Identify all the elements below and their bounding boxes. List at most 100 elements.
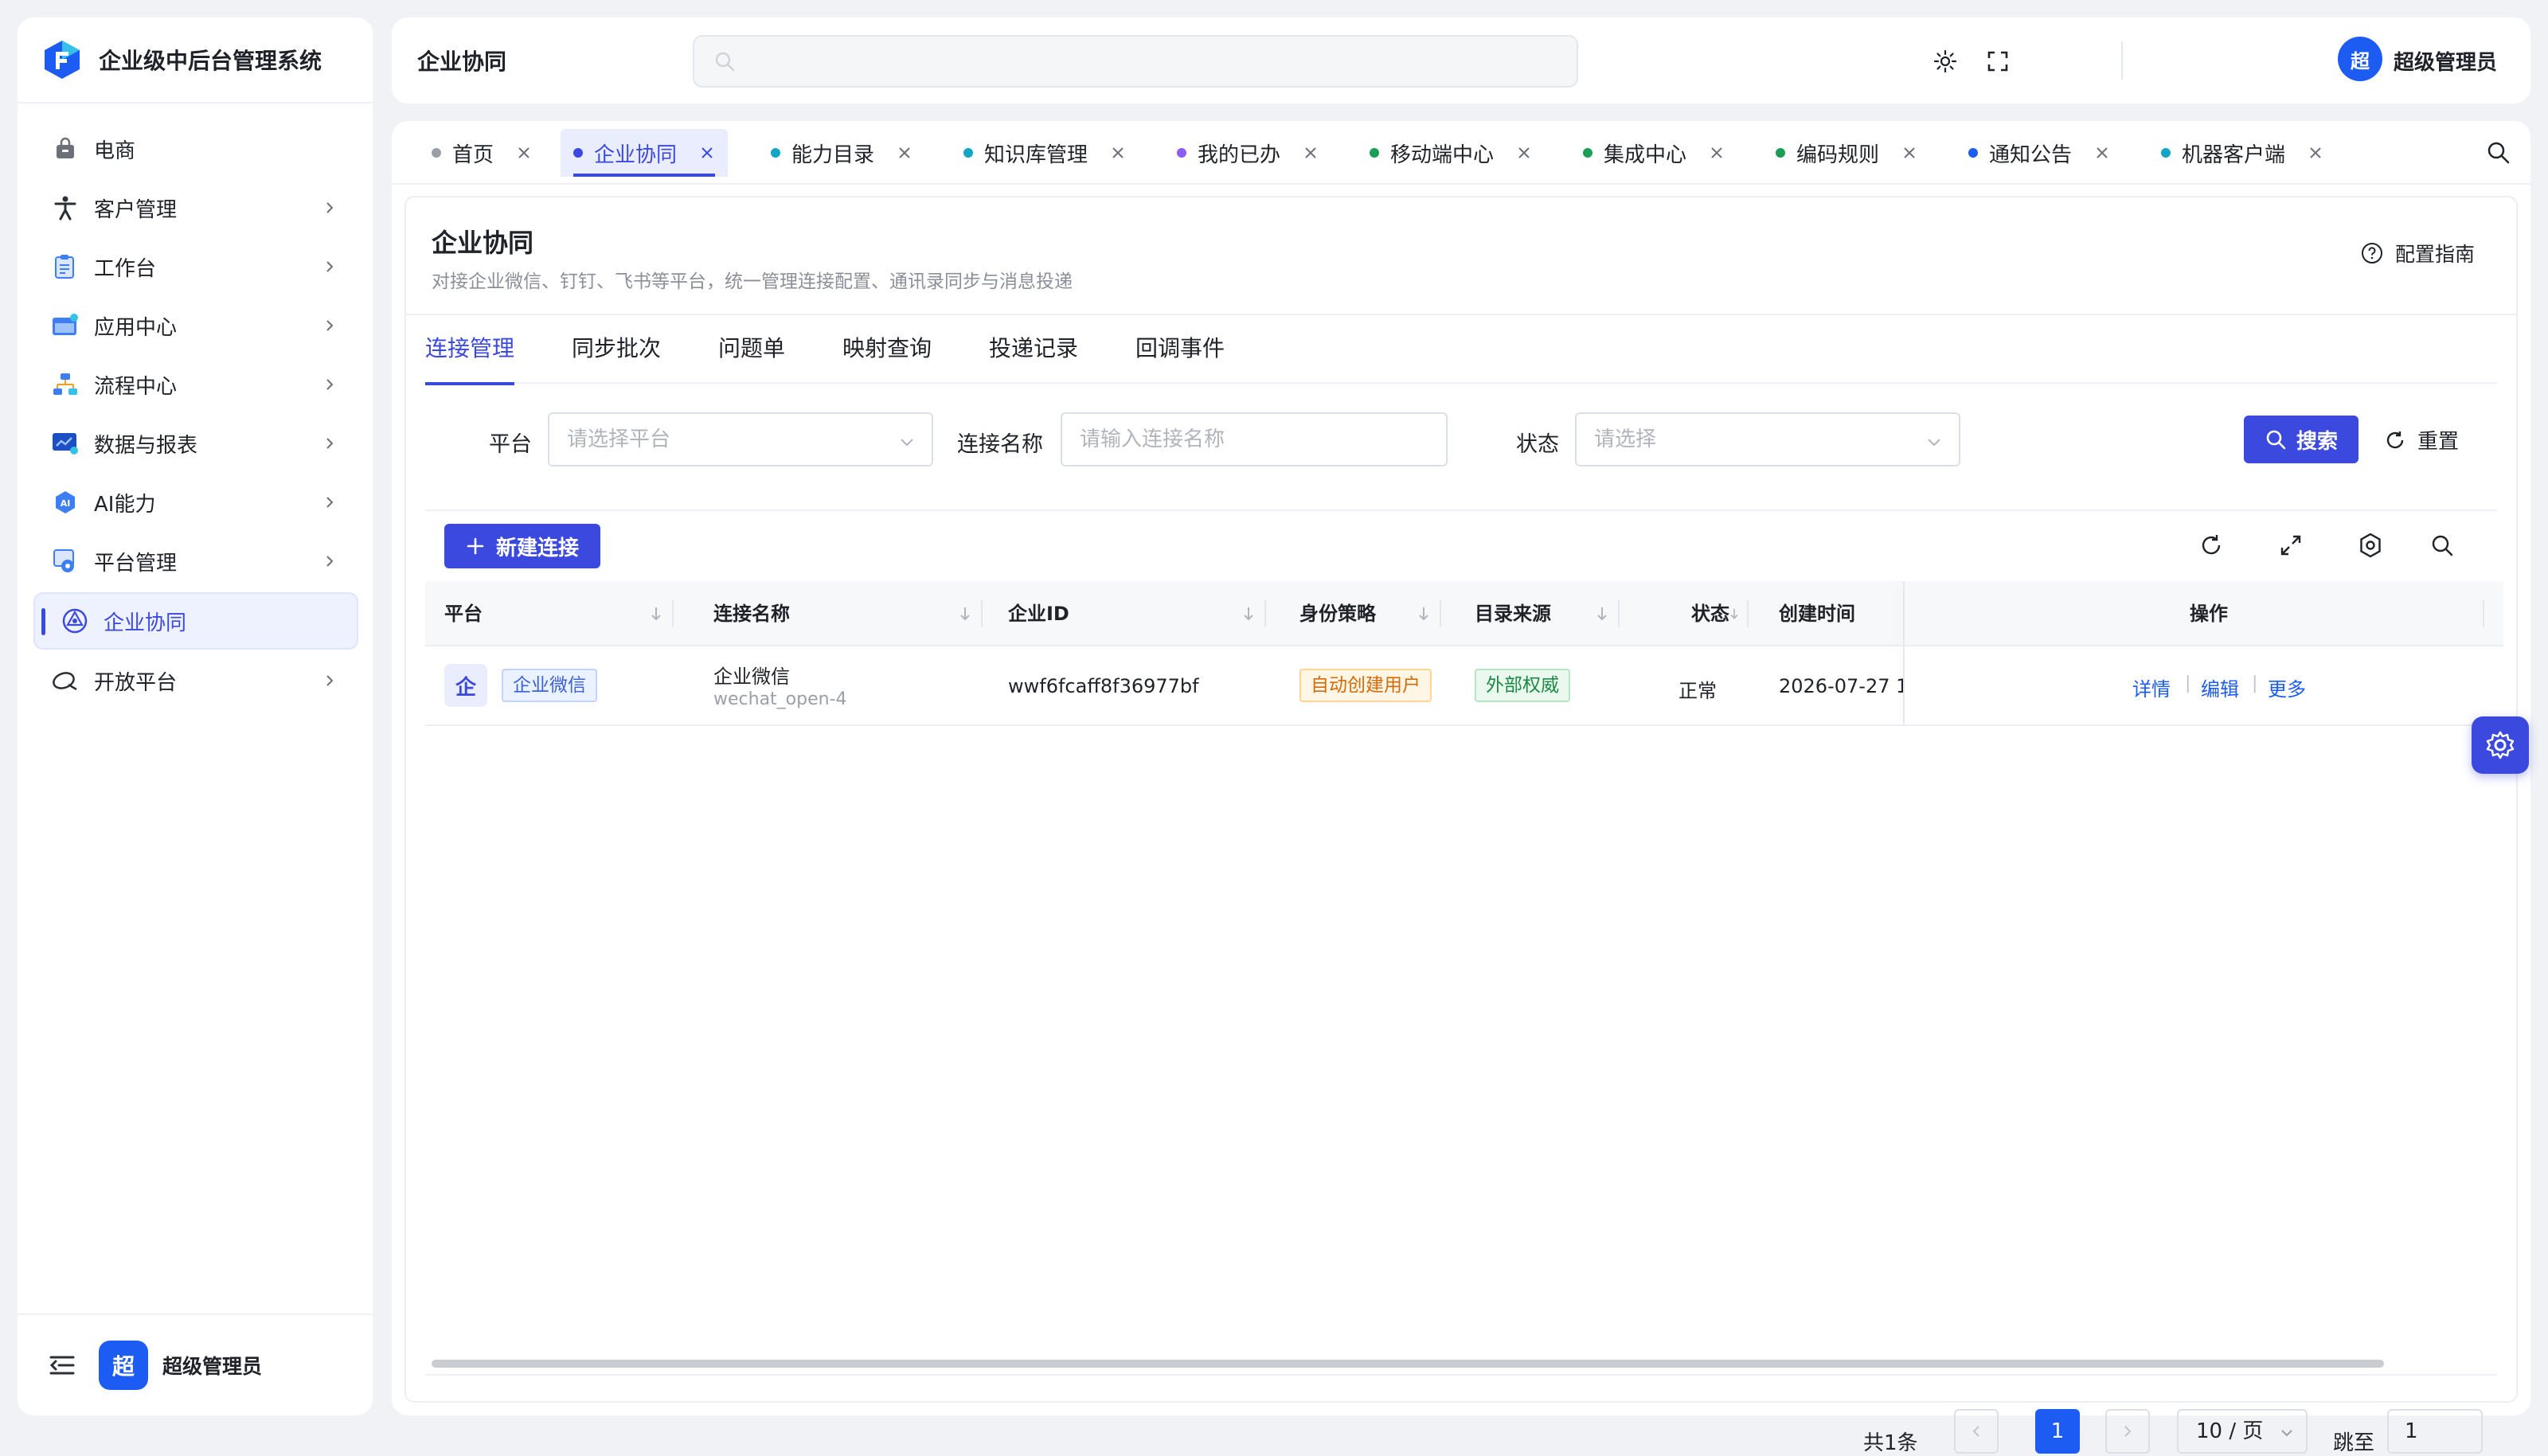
sort-icon[interactable] [1416,605,1432,623]
sidebar-item-label: 工作台 [94,256,157,281]
identity-policy-tag: 自动创建用户 [1299,669,1432,702]
column-header-platform[interactable]: 平台 [444,581,483,646]
close-icon[interactable] [897,145,913,161]
sort-icon[interactable] [1728,605,1741,623]
gear-icon [2486,731,2515,759]
tab-my-done[interactable]: 我的已办 [1164,129,1331,177]
horizontal-scrollbar[interactable] [432,1360,2384,1368]
new-connection-button[interactable]: 新建连接 [444,524,600,568]
status-select[interactable]: 请选择 [1575,412,1960,466]
close-icon[interactable] [2308,145,2323,161]
tab-mobile-center[interactable]: 移动端中心 [1357,129,1545,177]
brand[interactable]: 企业级中后台管理系统 [18,18,373,103]
sidebar-item-customer[interactable]: 客户管理 [18,178,373,237]
column-header-status[interactable]: 状态 [1691,581,1729,646]
flow-icon [49,369,81,400]
sidebar-item-open-platform[interactable]: 开放平台 [18,651,373,710]
tab-capability-catalog[interactable]: 能力目录 [758,129,925,177]
action-separator: | [2252,673,2258,693]
floating-settings-button[interactable] [2472,716,2529,774]
tab-label: 机器客户端 [2182,142,2286,167]
close-icon[interactable] [1303,145,1319,161]
sort-icon[interactable] [957,605,973,623]
tab-sync-batch[interactable]: 同步批次 [572,314,661,384]
column-separator [981,600,983,627]
sidebar-item-ai[interactable]: AI AI能力 [18,473,373,532]
prev-page-button[interactable] [1954,1409,1999,1454]
config-guide-link[interactable]: 配置指南 [2360,239,2475,267]
chevron-right-icon [326,556,334,567]
jump-label: 跳至 [2333,1431,2375,1455]
sidebar-item-ecommerce[interactable]: 电商 [18,119,373,178]
connection-name-input[interactable]: 请输入连接名称 [1061,412,1448,466]
user-name[interactable]: 超级管理员 [162,1351,262,1380]
sort-icon[interactable] [648,605,664,623]
sidebar-item-platform[interactable]: 平台管理 [18,532,373,591]
tab-issue-ticket[interactable]: 问题单 [718,314,785,384]
sort-icon[interactable] [1241,605,1256,623]
detail-link[interactable]: 详情 [2132,673,2171,701]
close-icon[interactable] [1110,145,1126,161]
global-search-input[interactable] [693,35,1578,88]
chevron-right-icon [326,202,334,213]
tab-delivery-record[interactable]: 投递记录 [989,314,1078,384]
reset-button[interactable]: 重置 [2384,425,2459,455]
sidebar-item-enterprise-collab[interactable]: 企业协同 [33,592,358,650]
close-icon[interactable] [2094,145,2110,161]
gear-icon[interactable] [2357,532,2384,559]
directory-source-tag: 外部权威 [1475,669,1570,702]
tab-coding-rules[interactable]: 编码规则 [1763,129,1930,177]
fullscreen-icon[interactable] [1986,49,2010,73]
tab-knowledge-base[interactable]: 知识库管理 [951,129,1139,177]
status-filter-label: 状态 [1516,432,1559,457]
column-header-identity-policy[interactable]: 身份策略 [1299,581,1376,646]
edit-link[interactable]: 编辑 [2201,673,2239,701]
collab-icon [59,605,91,637]
chevron-right-icon [326,675,334,686]
sidebar-item-label: 平台管理 [94,551,178,576]
sun-icon[interactable] [1933,49,1957,73]
tab-integration-center[interactable]: 集成中心 [1570,129,1737,177]
search-button-label: 搜索 [2296,429,2338,454]
refresh-icon[interactable] [2198,532,2225,559]
search-icon[interactable] [2429,532,2456,559]
jump-page-input[interactable]: 1 [2387,1409,2483,1454]
sort-icon[interactable] [1594,605,1610,623]
page-title: 企业协同 [417,49,507,75]
sidebar-item-flow-center[interactable]: 流程中心 [18,355,373,414]
close-icon[interactable] [1709,145,1725,161]
tab-connection-management[interactable]: 连接管理 [425,314,515,385]
tab-notice[interactable]: 通知公告 [1956,129,2123,177]
column-header-actions: 操作 [2190,603,2228,625]
column-separator [2483,600,2484,627]
next-page-button[interactable] [2105,1409,2150,1454]
close-icon[interactable] [699,145,715,161]
sidebar-item-data-report[interactable]: 数据与报表 [18,414,373,473]
more-link[interactable]: 更多 [2268,673,2306,701]
platform-select[interactable]: 请选择平台 [548,412,933,466]
page-size-select[interactable]: 10 / 页 [2177,1409,2308,1454]
tab-callback-event[interactable]: 回调事件 [1135,314,1225,384]
tab-home[interactable]: 首页 [419,129,545,177]
search-button[interactable]: 搜索 [2244,416,2358,463]
sidebar-item-app-center[interactable]: 应用中心 [18,296,373,355]
column-header-created-at[interactable]: 创建时间 [1779,581,1855,646]
tab-robot-client[interactable]: 机器客户端 [2148,129,2336,177]
close-icon[interactable] [1901,145,1917,161]
column-header-connection-name[interactable]: 连接名称 [713,581,790,646]
avatar[interactable]: 超 [99,1341,148,1390]
menu-collapse-icon[interactable] [48,1351,76,1380]
close-icon[interactable] [1516,145,1532,161]
tab-mapping-query[interactable]: 映射查询 [842,314,932,384]
tab-enterprise-collab[interactable]: 企业协同 [561,129,729,177]
pagination-total: 共1条 [1863,1431,1918,1455]
column-header-corp-id[interactable]: 企业ID [1008,581,1069,646]
header-avatar[interactable]: 超 [2338,37,2382,81]
search-icon[interactable] [2486,140,2511,166]
header-user-name[interactable]: 超级管理员 [2394,46,2497,76]
page-number-current[interactable]: 1 [2035,1409,2080,1454]
sidebar-item-workbench[interactable]: 工作台 [18,237,373,296]
column-header-directory-source[interactable]: 目录来源 [1475,581,1551,646]
close-icon[interactable] [516,145,532,161]
expand-icon[interactable] [2277,532,2304,559]
